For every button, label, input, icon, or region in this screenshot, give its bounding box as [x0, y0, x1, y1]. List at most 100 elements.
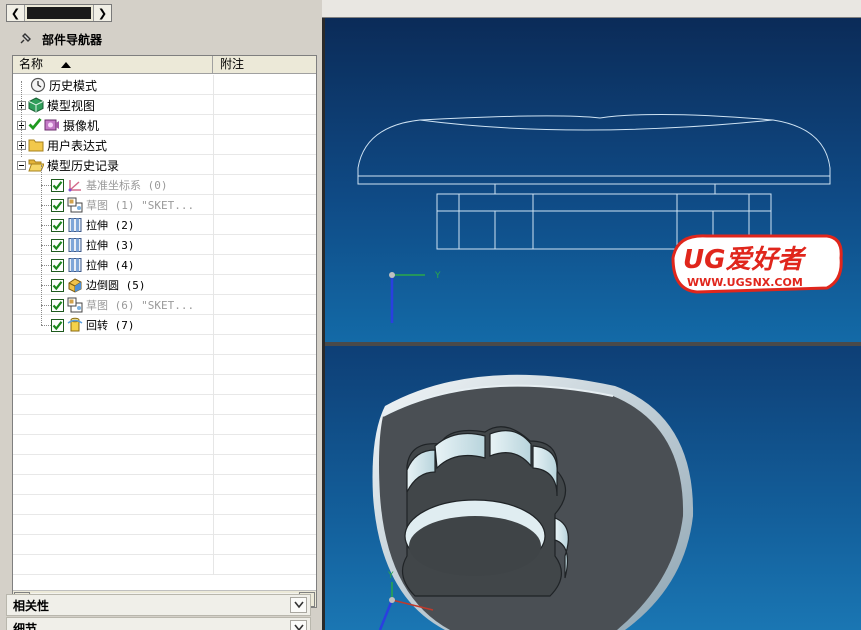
isometric-view-pane[interactable]: Y: [325, 346, 861, 630]
scroll-thumb[interactable]: [27, 7, 91, 19]
tree-row-note-cell: [214, 115, 316, 135]
extrude-icon: [67, 217, 83, 233]
section-details[interactable]: 细节: [6, 617, 311, 630]
tree-row-note-cell: [214, 275, 316, 295]
tree-connector: [41, 285, 51, 286]
empty-row: [13, 415, 316, 435]
extrude-icon: [67, 257, 83, 273]
tree-row[interactable]: 草图 (1) "SKET...: [13, 195, 316, 215]
collapse-minus-icon[interactable]: [17, 160, 26, 170]
column-name-header[interactable]: 名称: [13, 56, 213, 74]
tree-row-label: 用户表达式: [47, 138, 108, 153]
column-divider: [213, 455, 214, 475]
empty-row: [13, 395, 316, 415]
tree-row-label: 草图 (6) "SKET...: [86, 299, 195, 312]
tree-row[interactable]: 回转 (7): [13, 315, 316, 335]
chevron-down-icon[interactable]: [290, 597, 307, 613]
scroll-left-icon[interactable]: ❮: [7, 5, 25, 21]
tree-connector: [41, 245, 51, 246]
section-dependencies[interactable]: 相关性: [6, 594, 311, 616]
tree-row[interactable]: 拉伸 (4): [13, 255, 316, 275]
tree-connector: [41, 325, 51, 326]
feature-visible-checkbox[interactable]: [51, 298, 64, 312]
navigator-title: 部件导航器: [42, 32, 103, 47]
edge-blend-icon: [67, 277, 83, 293]
tree-connector: [41, 185, 51, 186]
empty-row: [13, 335, 316, 355]
feature-visible-checkbox[interactable]: [51, 258, 64, 272]
tree-row-note-cell: [214, 155, 316, 175]
column-divider: [213, 335, 214, 355]
viewport-title-strip: [322, 0, 861, 18]
feature-visible-checkbox[interactable]: [51, 278, 64, 292]
tree-row-name-cell[interactable]: 历史模式: [17, 75, 97, 95]
tree-row[interactable]: 用户表达式: [13, 135, 316, 155]
tree-row-name-cell[interactable]: 模型历史记录: [17, 155, 119, 175]
tree-row-label: 拉伸 (2): [86, 219, 135, 232]
tree-row-name-cell[interactable]: 草图 (1) "SKET...: [51, 195, 194, 215]
column-note-label: 附注: [220, 57, 245, 71]
tree-row-name-cell[interactable]: 边倒圆 (5): [51, 275, 146, 295]
column-divider: [213, 355, 214, 375]
tree-row-name-cell[interactable]: 摄像机: [17, 115, 99, 135]
feature-visible-checkbox[interactable]: [51, 238, 64, 252]
tree-row[interactable]: 模型视图: [13, 95, 316, 115]
column-header: 名称 附注: [13, 56, 316, 74]
revolve-icon: [67, 317, 83, 333]
active-check-icon[interactable]: [28, 117, 44, 133]
tree-row-name-cell[interactable]: 草图 (6) "SKET...: [51, 295, 194, 315]
column-divider: [213, 535, 214, 555]
tree-row-label: 基准坐标系 (0): [86, 179, 168, 192]
resource-bar-scroller[interactable]: ❮ ❯: [6, 4, 112, 22]
graphics-viewport[interactable]: Y Y UG爱好者 WWW.UGSNX.COM: [322, 18, 861, 630]
column-divider: [213, 375, 214, 395]
tree-row[interactable]: 边倒圆 (5): [13, 275, 316, 295]
empty-row: [13, 455, 316, 475]
feature-visible-checkbox[interactable]: [51, 218, 64, 232]
tree-row[interactable]: 历史模式: [13, 75, 316, 95]
tree-row-note-cell: [214, 175, 316, 195]
tree-row-note-cell: [214, 295, 316, 315]
feature-visible-checkbox[interactable]: [51, 178, 64, 192]
empty-row: [13, 435, 316, 455]
column-note-header[interactable]: 附注: [214, 56, 316, 74]
tree-row-note-cell: [214, 255, 316, 275]
tree-row-name-cell[interactable]: 回转 (7): [51, 315, 135, 335]
tree-row-name-cell[interactable]: 模型视图: [17, 95, 95, 115]
tree-connector: [41, 165, 42, 325]
column-divider: [213, 475, 214, 495]
section-details-label: 细节: [13, 621, 38, 630]
tree-row-label: 模型视图: [47, 98, 96, 113]
empty-row: [13, 555, 316, 575]
empty-row: [13, 355, 316, 375]
tree-row-note-cell: [214, 315, 316, 335]
column-divider: [213, 435, 214, 455]
camera-icon: [44, 117, 60, 133]
navigator-tree-grid: 名称 附注 历史模式模型视图摄像机用户表达式模型历史记录基准坐标系 (0) 草图 …: [12, 55, 317, 608]
tree-row-name-cell[interactable]: 拉伸 (3): [51, 235, 135, 255]
pin-icon[interactable]: [18, 32, 32, 46]
feature-visible-checkbox[interactable]: [51, 198, 64, 212]
tree-row[interactable]: 拉伸 (3): [13, 235, 316, 255]
chevron-down-icon[interactable]: [290, 620, 307, 630]
scroll-right-icon[interactable]: ❯: [93, 5, 111, 21]
tree-row[interactable]: 拉伸 (2): [13, 215, 316, 235]
tree-connector: [41, 265, 51, 266]
empty-row: [13, 495, 316, 515]
tree-row[interactable]: 摄像机: [13, 115, 316, 135]
tree-row-label: 模型历史记录: [47, 158, 120, 173]
section-dependencies-label: 相关性: [13, 598, 50, 613]
feature-visible-checkbox[interactable]: [51, 318, 64, 332]
column-divider: [213, 395, 214, 415]
column-name-label: 名称: [19, 57, 44, 71]
tree-row-name-cell[interactable]: 基准坐标系 (0): [51, 175, 168, 195]
tree-row-name-cell[interactable]: 拉伸 (4): [51, 255, 135, 275]
column-divider: [213, 415, 214, 435]
tree-row-name-cell[interactable]: 用户表达式: [17, 135, 107, 155]
folder-icon: [28, 137, 44, 153]
tree-row[interactable]: 基准坐标系 (0): [13, 175, 316, 195]
tree-row[interactable]: 模型历史记录: [13, 155, 316, 175]
tree-row-name-cell[interactable]: 拉伸 (2): [51, 215, 135, 235]
svg-text:WWW.UGSNX.COM: WWW.UGSNX.COM: [687, 276, 803, 289]
tree-row[interactable]: 草图 (6) "SKET...: [13, 295, 316, 315]
